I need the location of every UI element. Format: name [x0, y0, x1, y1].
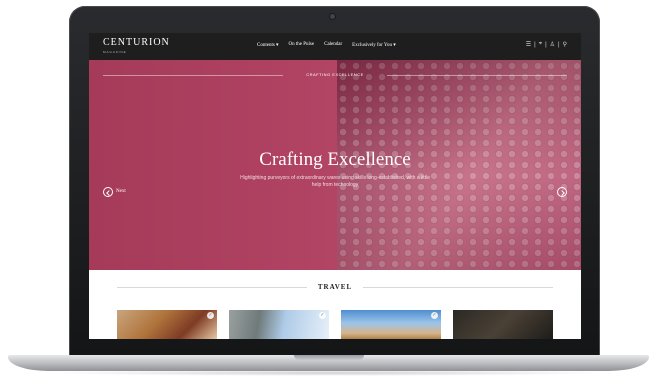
- section-title: TRAVEL: [317, 283, 353, 291]
- nav-exclusively-for-you[interactable]: Exclusively for You ▾: [352, 42, 396, 48]
- camera-icon: [330, 14, 335, 19]
- laptop-notch: [294, 355, 364, 360]
- card-badge-icon: ✓: [319, 312, 326, 319]
- divider: |: [558, 41, 560, 48]
- hero-title[interactable]: Crafting Excellence: [89, 149, 581, 171]
- carousel-prev-label[interactable]: Next: [116, 189, 126, 194]
- main-nav: Contents ▾ On the Pulse Calendar Exclusi…: [257, 42, 396, 48]
- nav-calendar[interactable]: Calendar: [324, 42, 342, 48]
- site-logo[interactable]: CENTURION: [103, 38, 170, 48]
- nav-icons: ☰ | ⌖ | ♙ | ⚲: [526, 41, 567, 48]
- location-icon[interactable]: ⌖: [539, 41, 542, 48]
- carousel-next-icon[interactable]: [557, 187, 567, 197]
- travel-card-4[interactable]: [453, 310, 553, 339]
- site-logo-subtitle: MAGAZINE: [103, 50, 127, 54]
- travel-card-2[interactable]: ✓: [229, 310, 329, 339]
- travel-card-1[interactable]: ✓: [117, 310, 217, 339]
- user-icon[interactable]: ♙: [550, 41, 555, 48]
- browser-screen: CENTURION MAGAZINE Contents ▾ On the Pul…: [89, 33, 581, 339]
- hero-carousel: CRAFTING EXCELLENCE Crafting Excellence …: [89, 60, 581, 270]
- divider: |: [534, 41, 536, 48]
- hero-description: Highlighting purveyors of extraordinary …: [240, 175, 430, 188]
- nav-on-the-pulse[interactable]: On the Pulse: [289, 42, 315, 48]
- card-badge-icon: ✓: [431, 312, 438, 319]
- card-badge-icon: ✓: [207, 312, 214, 319]
- menu-icon[interactable]: ☰: [526, 41, 531, 48]
- travel-card-3[interactable]: ✓: [341, 310, 441, 339]
- hero-kicker: CRAFTING EXCELLENCE: [306, 72, 364, 77]
- nav-contents[interactable]: Contents ▾: [257, 42, 279, 48]
- divider: |: [545, 41, 547, 48]
- carousel-prev-icon[interactable]: [103, 187, 113, 197]
- laptop-base: [8, 355, 649, 371]
- search-icon[interactable]: ⚲: [563, 41, 567, 48]
- top-navbar: CENTURION MAGAZINE Contents ▾ On the Pul…: [89, 33, 581, 60]
